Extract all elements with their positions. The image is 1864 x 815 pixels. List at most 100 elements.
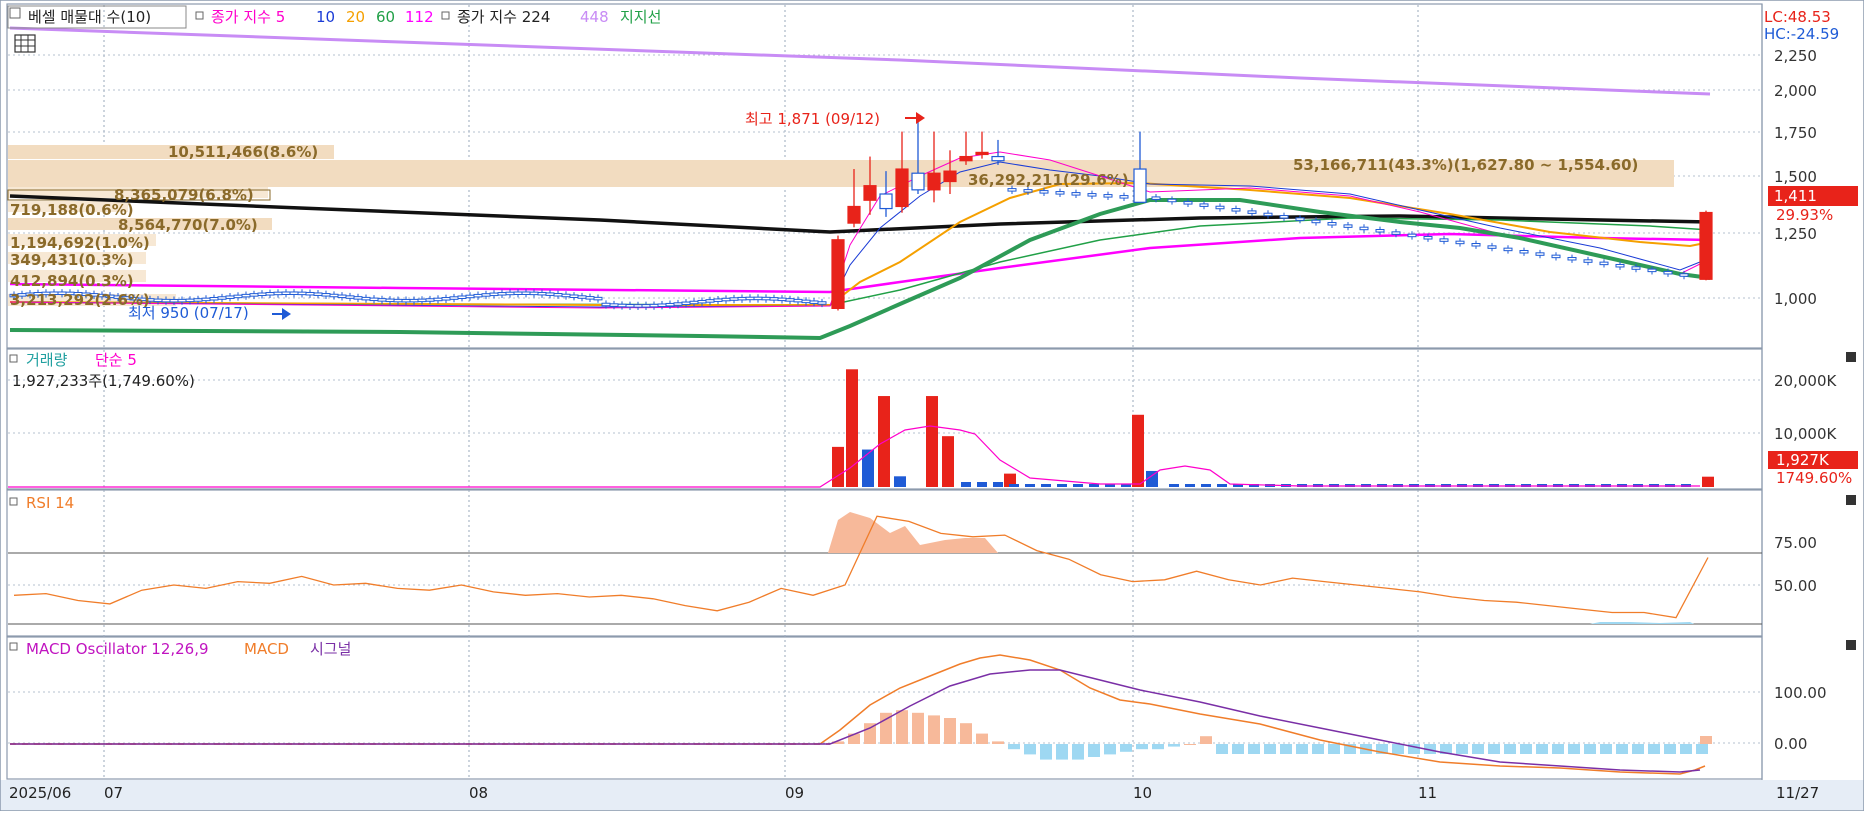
candle-body bbox=[409, 298, 419, 303]
candle-body bbox=[209, 297, 219, 301]
x-tick-end: 11/27 bbox=[1776, 784, 1819, 802]
candle-body bbox=[401, 298, 411, 303]
candle-body bbox=[609, 303, 619, 307]
oscillator-bar bbox=[1152, 744, 1164, 750]
oscillator-bar bbox=[1040, 744, 1052, 760]
profile-legend-label[interactable]: 베셀 매물대 수(10) bbox=[28, 8, 151, 26]
legend-toggle-icon[interactable] bbox=[195, 11, 204, 20]
candle-body bbox=[545, 292, 555, 296]
candle-body bbox=[305, 291, 315, 296]
volume-ma-label[interactable]: 단순 5 bbox=[95, 351, 137, 369]
legend-toggle-icon[interactable] bbox=[9, 354, 18, 363]
legend-ma448[interactable]: 448 bbox=[580, 8, 609, 26]
candle-body bbox=[417, 298, 427, 303]
candle-body bbox=[449, 296, 459, 300]
volume-bar bbox=[1073, 484, 1083, 487]
oscillator-bar bbox=[1104, 744, 1116, 755]
oscillator-bar bbox=[1184, 744, 1196, 745]
candle-body bbox=[1407, 233, 1417, 238]
current-price: 1,411 bbox=[1774, 187, 1817, 205]
candle-body bbox=[959, 155, 973, 162]
oscillator-bar bbox=[1120, 744, 1132, 752]
profile-label: 10,511,466(8.6%) bbox=[168, 143, 318, 161]
candle-body bbox=[1247, 210, 1257, 214]
candle-body bbox=[991, 155, 1005, 162]
candle-body bbox=[817, 301, 827, 305]
candle-body bbox=[1663, 270, 1673, 275]
candle-body bbox=[1055, 191, 1065, 195]
y-tick: 0.00 bbox=[1774, 735, 1807, 753]
legend-ma20[interactable]: 20 bbox=[346, 8, 365, 26]
macd-legend-macd[interactable]: MACD bbox=[244, 640, 289, 658]
candle-body bbox=[465, 294, 475, 299]
candle-body bbox=[1391, 231, 1401, 235]
volume-legend-label[interactable]: 거래량 bbox=[26, 351, 68, 369]
close-icon[interactable] bbox=[1846, 352, 1856, 362]
candle-body bbox=[193, 298, 203, 302]
legend-ma112[interactable]: 112 bbox=[405, 8, 434, 26]
candle-body bbox=[553, 293, 563, 297]
candle-body bbox=[1263, 212, 1273, 217]
volume-bar bbox=[1057, 484, 1067, 487]
x-tick: 2025/06 bbox=[9, 784, 71, 802]
candle-body bbox=[185, 298, 195, 303]
volume-bar bbox=[1169, 484, 1179, 487]
table-icon[interactable] bbox=[14, 34, 36, 53]
close-icon[interactable] bbox=[1846, 640, 1856, 650]
candle-body bbox=[1295, 217, 1305, 221]
y-tick: 50.00 bbox=[1774, 577, 1817, 595]
candle-body bbox=[777, 297, 787, 302]
candle-body bbox=[801, 299, 811, 304]
profile-label: 349,431(0.3%) bbox=[10, 251, 134, 269]
chart-canvas: 10,511,466(8.6%) 8,365,079(6.8%) 719,188… bbox=[0, 0, 1864, 812]
oscillator-bar bbox=[1616, 744, 1628, 754]
x-tick: 07 bbox=[104, 784, 123, 802]
candle-body bbox=[569, 294, 579, 298]
candle-body bbox=[785, 298, 795, 302]
candle-body bbox=[927, 172, 941, 191]
candle-body bbox=[705, 299, 715, 303]
rsi-legend-label[interactable]: RSI 14 bbox=[26, 494, 74, 512]
legend-ma5[interactable]: 종가 지수 5 bbox=[211, 8, 285, 26]
candle-body bbox=[665, 302, 675, 307]
profile-label: 719,188(0.6%) bbox=[10, 201, 134, 219]
candle-body bbox=[879, 193, 893, 210]
candle-body bbox=[489, 292, 499, 297]
candle-body bbox=[673, 302, 683, 306]
volume-bar bbox=[1217, 484, 1227, 487]
legend-toggle-icon[interactable] bbox=[441, 11, 450, 20]
oscillator-bar bbox=[1232, 744, 1244, 754]
oscillator-bar bbox=[896, 710, 908, 744]
candle-body bbox=[337, 294, 347, 299]
legend-toggle-icon[interactable] bbox=[9, 497, 18, 506]
candle-body bbox=[361, 296, 371, 301]
legend-ma224[interactable]: 종가 지수 224 bbox=[457, 8, 550, 26]
legend-ma10[interactable]: 10 bbox=[316, 8, 335, 26]
candle-body bbox=[425, 298, 435, 302]
candle-body bbox=[537, 291, 547, 296]
candle-body bbox=[697, 299, 707, 304]
legend-toggle-icon[interactable] bbox=[9, 7, 21, 19]
legend-ma60[interactable]: 60 bbox=[376, 8, 395, 26]
candle-body bbox=[649, 303, 659, 308]
y-tick: 2,250 bbox=[1774, 47, 1817, 65]
legend-toggle-icon[interactable] bbox=[9, 642, 18, 651]
close-icon[interactable] bbox=[1846, 495, 1856, 505]
oscillator-bar bbox=[1392, 744, 1404, 754]
volume-bar bbox=[1089, 484, 1099, 487]
oscillator-bar bbox=[1664, 744, 1676, 754]
macd-legend-signal[interactable]: 시그널 bbox=[310, 640, 351, 658]
candle-body bbox=[1375, 229, 1385, 233]
candle-body bbox=[617, 303, 627, 308]
macd-legend-label[interactable]: MACD Oscillator 12,26,9 bbox=[26, 640, 209, 658]
candle-body bbox=[273, 291, 283, 296]
candle-body bbox=[1103, 194, 1113, 198]
candle-body bbox=[233, 294, 243, 299]
legend-support[interactable]: 지지선 bbox=[620, 8, 661, 26]
y-tick: 1,750 bbox=[1774, 124, 1817, 142]
stock-chart-window: 10,511,466(8.6%) 8,365,079(6.8%) 719,188… bbox=[0, 0, 1864, 812]
candle-body bbox=[721, 297, 731, 302]
candle-body bbox=[745, 296, 755, 301]
candle-body bbox=[169, 298, 179, 303]
oscillator-bar bbox=[1456, 744, 1468, 754]
